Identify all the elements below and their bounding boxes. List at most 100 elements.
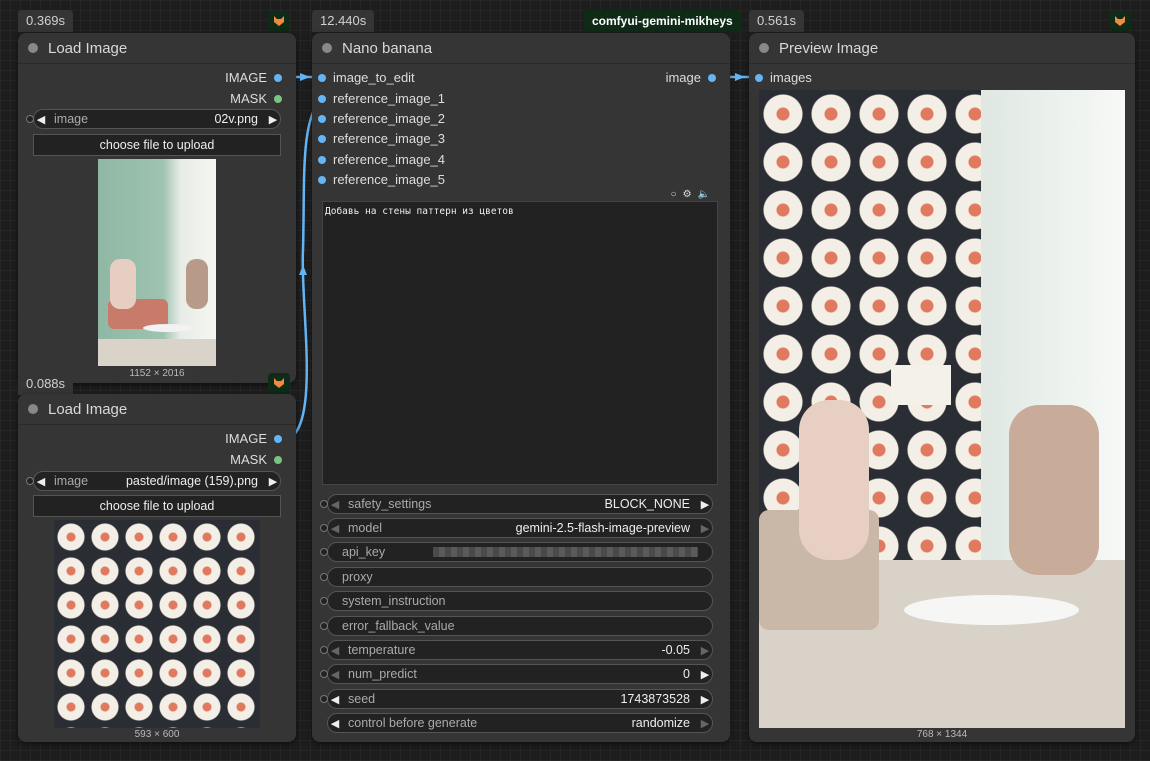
- slot-dot-icon[interactable]: [318, 114, 326, 123]
- input-slot-reference-1[interactable]: reference_image_1: [318, 91, 445, 106]
- arrow-right-icon[interactable]: ▶: [266, 113, 280, 126]
- circle-icon[interactable]: ○: [671, 189, 677, 200]
- collapse-dot-icon[interactable]: [322, 43, 332, 53]
- input-slot-image-to-edit[interactable]: image_to_edit: [318, 70, 415, 85]
- nano-banana-node[interactable]: Nano banana image_to_edit reference_imag…: [312, 33, 730, 742]
- output-image-slot[interactable]: image: [666, 70, 716, 85]
- slot-dot-icon[interactable]: [274, 455, 282, 464]
- arrow-left-icon[interactable]: ◀: [328, 522, 342, 535]
- widget-dot-icon: [320, 670, 328, 678]
- widget-dot-icon: [320, 500, 328, 508]
- image-preview: [54, 520, 260, 728]
- model-widget[interactable]: ◀ model gemini-2.5-flash-image-preview ▶: [320, 518, 713, 538]
- arrow-right-icon[interactable]: ▶: [698, 522, 712, 535]
- widget-value: gemini-2.5-flash-image-preview: [515, 521, 690, 535]
- input-slot-images[interactable]: images: [755, 70, 812, 85]
- slot-dot-icon[interactable]: [318, 175, 326, 184]
- arrow-left-icon[interactable]: ◀: [328, 693, 342, 706]
- seed-widget[interactable]: ◀ seed 1743873528 ▶: [320, 689, 713, 709]
- preview-output-image: [759, 90, 1125, 728]
- image-select-widget[interactable]: ◀ image 02v.png ▶: [26, 109, 281, 129]
- widget-label: api_key: [342, 545, 386, 559]
- arrow-left-icon[interactable]: ◀: [34, 475, 48, 488]
- widget-dot-icon: [320, 573, 328, 581]
- collapse-dot-icon[interactable]: [28, 404, 38, 414]
- gear-icon[interactable]: ⚙: [683, 189, 692, 200]
- arrow-right-icon[interactable]: ▶: [698, 644, 712, 657]
- slot-dot-icon[interactable]: [318, 134, 326, 143]
- slot-label: reference_image_1: [333, 91, 446, 106]
- image-select-widget[interactable]: ◀ image pasted/image (159).png ▶: [26, 471, 281, 491]
- node-title: Load Image: [48, 400, 128, 418]
- slot-label: IMAGE: [225, 70, 267, 85]
- arrow-left-icon[interactable]: ◀: [328, 498, 342, 511]
- arrow-left-icon[interactable]: ◀: [34, 113, 48, 126]
- arrow-3: [735, 73, 745, 81]
- proxy-widget[interactable]: proxy: [320, 567, 713, 587]
- input-slot-reference-3[interactable]: reference_image_3: [318, 131, 445, 146]
- system-instruction-widget[interactable]: system_instruction: [320, 591, 713, 611]
- slot-label: images: [770, 70, 812, 85]
- arrow-right-icon[interactable]: ▶: [698, 693, 712, 706]
- collapse-dot-icon[interactable]: [759, 43, 769, 53]
- arrow-right-icon[interactable]: ▶: [698, 717, 712, 730]
- arrow-right-icon[interactable]: ▶: [698, 668, 712, 681]
- widget-dot-icon: [320, 622, 328, 630]
- widget-value: pasted/image (159).png: [125, 474, 258, 488]
- input-slot-reference-4[interactable]: reference_image_4: [318, 152, 445, 167]
- node-title: Nano banana: [342, 39, 433, 57]
- temperature-widget[interactable]: ◀ temperature -0.05 ▶: [320, 640, 713, 660]
- arrow-right-icon[interactable]: ▶: [266, 475, 280, 488]
- slot-dot-icon[interactable]: [274, 434, 282, 443]
- upload-button[interactable]: choose file to upload: [33, 134, 281, 156]
- extension-badge: comfyui-gemini-mikheys: [584, 10, 741, 32]
- fox-icon: [1109, 11, 1131, 31]
- widget-dot-icon: [320, 646, 328, 654]
- speaker-icon[interactable]: 🔈: [698, 189, 710, 200]
- slot-dot-icon[interactable]: [318, 155, 326, 164]
- slot-dot-icon[interactable]: [318, 73, 326, 82]
- slot-label: reference_image_2: [333, 111, 446, 126]
- arrow-left-icon[interactable]: ◀: [328, 644, 342, 657]
- widget-dot-icon: [320, 548, 328, 556]
- slot-dot-icon[interactable]: [708, 73, 716, 82]
- slot-dot-icon[interactable]: [274, 94, 282, 103]
- widget-dot-icon: [320, 597, 328, 605]
- widget-label: control before generate: [348, 716, 478, 730]
- slot-dot-icon[interactable]: [274, 73, 282, 82]
- upload-button[interactable]: choose file to upload: [33, 495, 281, 517]
- slot-label: image: [665, 70, 701, 85]
- preview-image-node[interactable]: Preview Image images 768 × 1344: [749, 33, 1135, 742]
- widget-value: 02v.png: [214, 112, 258, 126]
- output-mask-slot[interactable]: MASK: [230, 91, 282, 106]
- safety-settings-widget[interactable]: ◀ safety_settings BLOCK_NONE ▶: [320, 494, 713, 514]
- api-key-widget[interactable]: api_key: [320, 542, 713, 562]
- output-mask-slot[interactable]: MASK: [230, 452, 282, 467]
- prompt-textarea[interactable]: Добавь на стены паттерн из цветов: [322, 201, 718, 485]
- output-image-slot[interactable]: IMAGE: [225, 431, 282, 446]
- widget-label: system_instruction: [342, 594, 446, 608]
- arrow-left-icon[interactable]: ◀: [328, 668, 342, 681]
- node-header[interactable]: Load Image: [18, 33, 296, 64]
- widget-value: BLOCK_NONE: [604, 497, 690, 511]
- load-image-node-1[interactable]: Load Image IMAGE MASK ◀ image 02v.png ▶ …: [18, 33, 296, 383]
- slot-label: image_to_edit: [333, 70, 415, 85]
- load-image-node-2[interactable]: Load Image IMAGE MASK ◀ image pasted/ima…: [18, 394, 296, 742]
- input-slot-reference-5[interactable]: reference_image_5: [318, 172, 445, 187]
- input-slot-reference-2[interactable]: reference_image_2: [318, 111, 445, 126]
- slot-label: reference_image_4: [333, 152, 446, 167]
- collapse-dot-icon[interactable]: [28, 43, 38, 53]
- widget-label: image: [54, 112, 89, 126]
- arrow-left-icon[interactable]: ◀: [328, 717, 342, 730]
- error-fallback-widget[interactable]: error_fallback_value: [320, 616, 713, 636]
- slot-dot-icon[interactable]: [318, 94, 326, 103]
- arrow-right-icon[interactable]: ▶: [698, 498, 712, 511]
- node-header[interactable]: Load Image: [18, 394, 296, 425]
- control-before-generate-widget[interactable]: ◀ control before generate randomize ▶: [327, 713, 713, 733]
- node-header[interactable]: Nano banana: [312, 33, 730, 64]
- widget-dot-icon: [26, 115, 34, 123]
- output-image-slot[interactable]: IMAGE: [225, 70, 282, 85]
- num-predict-widget[interactable]: ◀ num_predict 0 ▶: [320, 664, 713, 684]
- slot-dot-icon[interactable]: [755, 73, 763, 82]
- node-header[interactable]: Preview Image: [749, 33, 1135, 64]
